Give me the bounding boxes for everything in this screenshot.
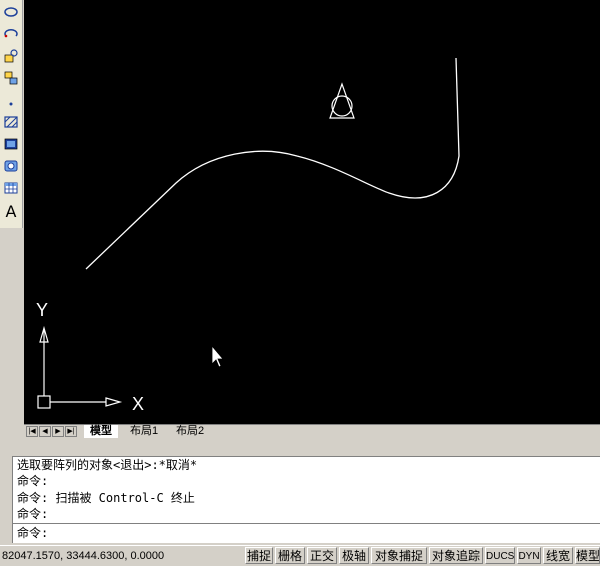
command-prompt-input[interactable]: 命令: xyxy=(17,525,48,541)
history-line: 命令: xyxy=(17,507,49,521)
history-line: 命令: 扫描被 Control-C 终止 xyxy=(17,491,195,505)
left-gutter xyxy=(0,228,24,438)
otrack-toggle[interactable]: 对象追踪 xyxy=(429,547,483,564)
history-line: 选取要阵列的对象<退出>:*取消* xyxy=(17,458,198,472)
polar-toggle[interactable]: 极轴 xyxy=(339,547,369,564)
spline-curve[interactable] xyxy=(85,57,460,270)
ortho-toggle[interactable]: 正交 xyxy=(307,547,337,564)
mouse-cursor-icon xyxy=(211,344,224,368)
text-tool-label: A xyxy=(5,201,17,221)
snap-toggle[interactable]: 捕捉 xyxy=(245,547,273,564)
tab-layout2[interactable]: 布局2 xyxy=(170,425,210,438)
coordinate-readout[interactable]: 82047.1570, 33444.6300, 0.0000 xyxy=(2,548,238,564)
prev-tab-icon[interactable]: ◀ xyxy=(39,426,51,437)
table-icon[interactable] xyxy=(1,178,21,198)
status-bar: 82047.1570, 33444.6300, 0.0000 捕捉 栅格 正交 … xyxy=(0,545,600,566)
ellipse-icon[interactable] xyxy=(1,2,21,22)
osnap-toggle[interactable]: 对象捕捉 xyxy=(371,547,427,564)
tab-layout1[interactable]: 布局1 xyxy=(124,425,164,438)
grid-toggle[interactable]: 栅格 xyxy=(275,547,305,564)
model-space-toggle[interactable]: 模型 xyxy=(575,547,600,564)
dyn-toggle[interactable]: DYN xyxy=(517,547,541,564)
ellipse-arc-icon[interactable] xyxy=(1,24,21,44)
command-window: 选取要阵列的对象<退出>:*取消* 命令: 命令: 扫描被 Control-C … xyxy=(0,454,600,544)
layout-tab-bar: |◀ ◀ ▶ ▶| 模型 布局1 布局2 xyxy=(24,424,600,439)
gradient-icon[interactable] xyxy=(1,134,21,154)
ducs-toggle[interactable]: DUCS xyxy=(485,547,515,564)
draw-toolbar: A xyxy=(0,0,23,228)
ucs-icon xyxy=(37,325,123,409)
insert-block-icon[interactable] xyxy=(1,46,21,66)
north-arrow-symbol[interactable] xyxy=(329,82,355,119)
command-history: 选取要阵列的对象<退出>:*取消* 命令: 命令: 扫描被 Control-C … xyxy=(12,456,600,543)
make-block-icon[interactable] xyxy=(1,68,21,88)
command-window-splitter[interactable] xyxy=(0,438,600,455)
last-tab-icon[interactable]: ▶| xyxy=(65,426,77,437)
point-icon[interactable] xyxy=(1,90,21,110)
history-line: 命令: xyxy=(17,474,49,488)
multiline-text-icon[interactable]: A xyxy=(1,201,21,221)
ucs-y-label: Y xyxy=(36,300,48,320)
drawing-canvas[interactable]: X Y xyxy=(24,0,600,424)
ucs-x-label: X xyxy=(132,394,144,414)
first-tab-icon[interactable]: |◀ xyxy=(26,426,38,437)
region-icon[interactable] xyxy=(1,156,21,176)
lineweight-toggle[interactable]: 线宽 xyxy=(543,547,573,564)
tab-model[interactable]: 模型 xyxy=(84,425,118,438)
next-tab-icon[interactable]: ▶ xyxy=(52,426,64,437)
hatch-icon[interactable] xyxy=(1,112,21,132)
command-divider xyxy=(13,523,600,524)
